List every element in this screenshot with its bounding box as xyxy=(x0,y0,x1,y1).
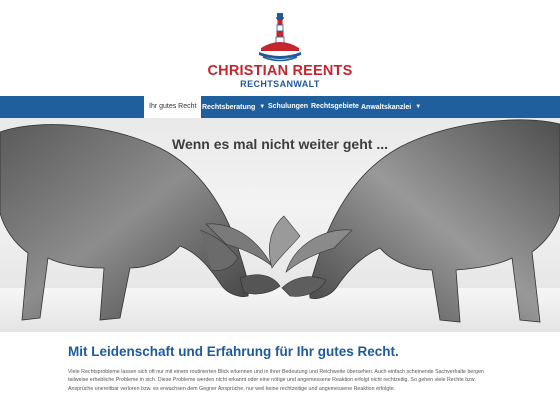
chevron-down-icon: ▼ xyxy=(415,104,422,110)
nav-item-label: Rechtsberatung xyxy=(202,103,256,111)
chevron-down-icon: ▼ xyxy=(259,104,266,110)
hero-tagline: Wenn es mal nicht weiter geht ... xyxy=(171,136,388,152)
nav-item-ihr-gutes-recht[interactable]: Ihr gutes Recht xyxy=(144,96,202,118)
nav-item-schulungen[interactable]: Schulungen xyxy=(268,96,308,118)
main-nav: Ihr gutes Recht Rechtsberatung ▼ Schulung… xyxy=(0,96,560,118)
nav-item-anwaltskanzlei[interactable]: Anwaltskanzlei ▼ xyxy=(361,96,421,118)
brand-subtitle[interactable]: RECHTSANWALT xyxy=(0,79,560,89)
lighthouse-icon[interactable] xyxy=(255,10,305,64)
nav-item-label: Anwaltskanzlei xyxy=(361,103,412,111)
nav-item-label: Rechtsgebiete xyxy=(311,103,359,110)
site-header: CHRISTIAN REENTS RECHTSANWALT xyxy=(0,0,560,96)
nav-item-label: Schulungen xyxy=(268,103,309,110)
brand-name[interactable]: CHRISTIAN REENTS xyxy=(0,63,560,79)
nav-item-label: Ihr gutes Recht xyxy=(149,103,197,110)
nav-item-rechtsberatung[interactable]: Rechtsberatung ▼ xyxy=(202,96,265,118)
main-content: Mit Leidenschaft und Erfahrung für Ihr g… xyxy=(0,332,560,420)
page-headline: Mit Leidenschaft und Erfahrung für Ihr g… xyxy=(68,344,399,359)
nav-item-rechtsgebiete[interactable]: Rechtsgebiete xyxy=(311,96,359,118)
intro-paragraph: Viele Rechtsprobleme lassen sich oft nur… xyxy=(68,369,484,392)
